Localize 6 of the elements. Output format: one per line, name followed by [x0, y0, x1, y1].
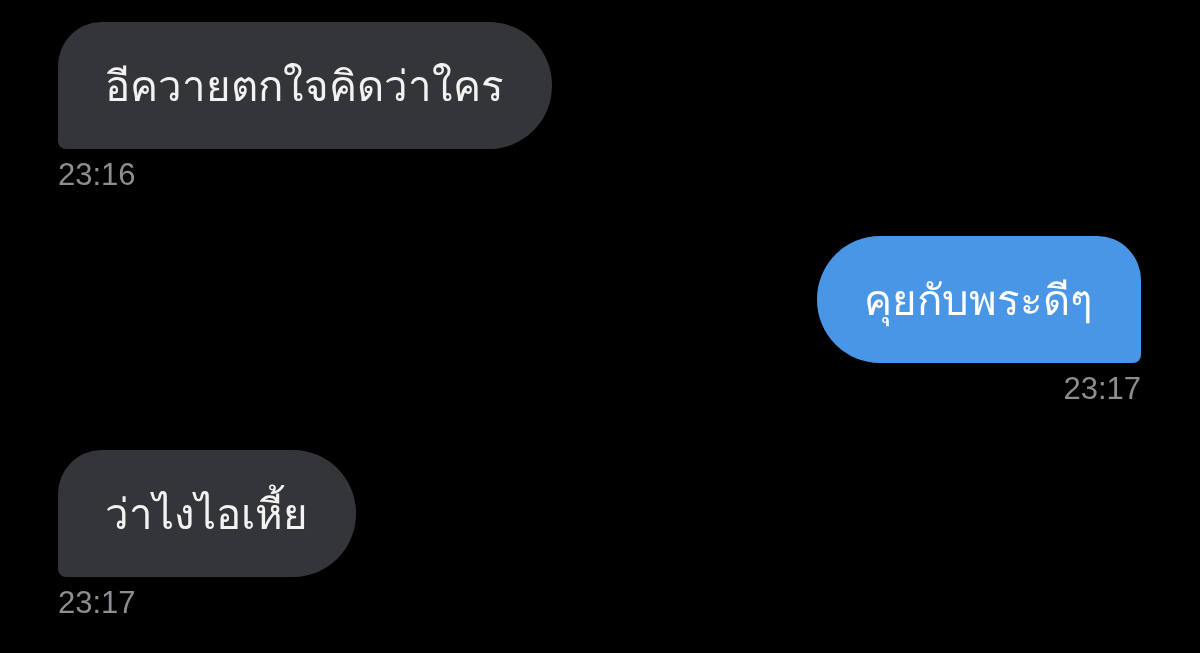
timestamp: 23:17 [1063, 371, 1141, 407]
message-bubble: คุยกับพระดีๆ [817, 236, 1141, 363]
timestamp: 23:16 [58, 157, 136, 193]
message-bubble: อีควายตกใจคิดว่าใคร [58, 22, 552, 149]
timestamp: 23:17 [58, 585, 136, 621]
message-bubble: ว่าไงไอเหี้ย [58, 450, 356, 577]
